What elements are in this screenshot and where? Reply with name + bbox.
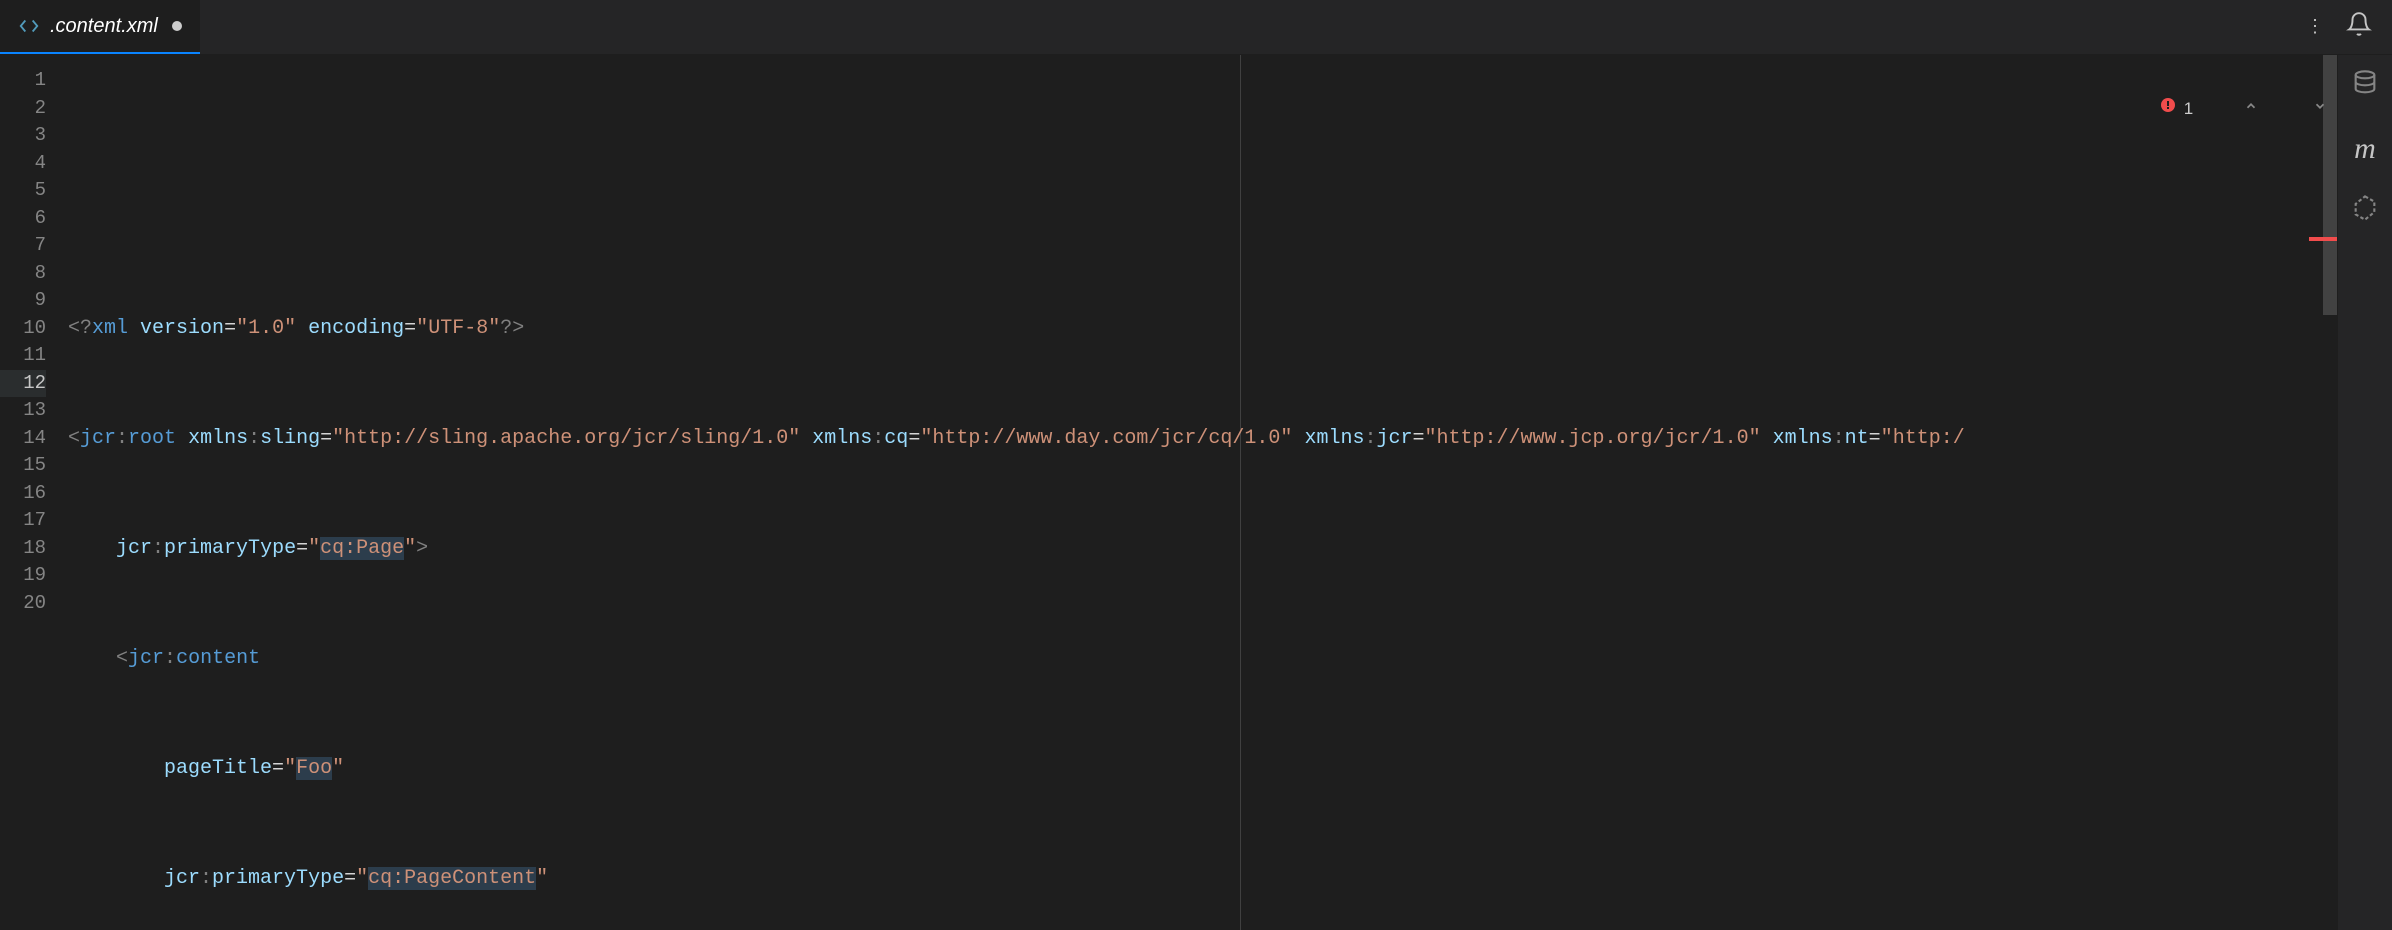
code-line: <jcr:root xmlns:sling="http://sling.apac… xyxy=(68,425,2337,453)
line-number: 1 xyxy=(0,67,46,95)
line-number: 6 xyxy=(0,205,46,233)
activity-bar-right: m xyxy=(2337,55,2392,930)
line-number: 18 xyxy=(0,535,46,563)
line-number: 9 xyxy=(0,287,46,315)
line-number: 13 xyxy=(0,397,46,425)
unsaved-indicator-icon xyxy=(172,21,182,31)
line-number: 20 xyxy=(0,590,46,618)
line-number: 8 xyxy=(0,260,46,288)
line-number: 3 xyxy=(0,122,46,150)
line-number: 19 xyxy=(0,562,46,590)
code-line: pageTitle="Foo" xyxy=(68,755,2337,783)
error-count: 1 xyxy=(2184,95,2193,123)
line-number: 16 xyxy=(0,480,46,508)
error-marker-icon xyxy=(2309,237,2337,241)
line-number: 15 xyxy=(0,452,46,480)
line-number: 11 xyxy=(0,342,46,370)
code-line: jcr:primaryType="cq:PageContent" xyxy=(68,865,2337,893)
line-number: 17 xyxy=(0,507,46,535)
line-number: 2 xyxy=(0,95,46,123)
line-number: 12 xyxy=(0,370,46,398)
problems-indicator[interactable]: 1 xyxy=(2115,65,2331,152)
database-icon[interactable] xyxy=(2351,69,2379,104)
code-line: <?xml version="1.0" encoding="UTF-8"?> xyxy=(68,315,2337,343)
tab-bar: .content.xml ⋮ xyxy=(0,0,2392,55)
line-number: 14 xyxy=(0,425,46,453)
line-number: 4 xyxy=(0,150,46,178)
line-number-gutter: 1 2 3 4 5 6 7 8 9 10 11 12 13 14 15 16 1… xyxy=(0,55,68,930)
notifications-icon[interactable] xyxy=(2346,11,2372,44)
editor-tab[interactable]: .content.xml xyxy=(0,0,200,54)
next-error-icon[interactable] xyxy=(2270,65,2331,152)
code-line: jcr:primaryType="cq:Page"> xyxy=(68,535,2337,563)
ruler-guide xyxy=(1240,55,1241,930)
more-actions-icon[interactable]: ⋮ xyxy=(2306,16,2326,38)
line-number: 5 xyxy=(0,177,46,205)
maven-icon[interactable]: m xyxy=(2354,132,2376,166)
line-number: 10 xyxy=(0,315,46,343)
error-icon xyxy=(2115,67,2175,150)
line-number: 7 xyxy=(0,232,46,260)
code-content[interactable]: 1 <?xml version="1.0" encoding="UTF-8"?>… xyxy=(68,55,2337,930)
code-line: <jcr:content xyxy=(68,645,2337,673)
prev-error-icon[interactable] xyxy=(2201,65,2262,152)
editor[interactable]: 1 2 3 4 5 6 7 8 9 10 11 12 13 14 15 16 1… xyxy=(0,55,2337,930)
tab-filename: .content.xml xyxy=(50,15,158,38)
hexagon-icon[interactable] xyxy=(2351,194,2379,229)
xml-file-icon xyxy=(18,15,40,37)
